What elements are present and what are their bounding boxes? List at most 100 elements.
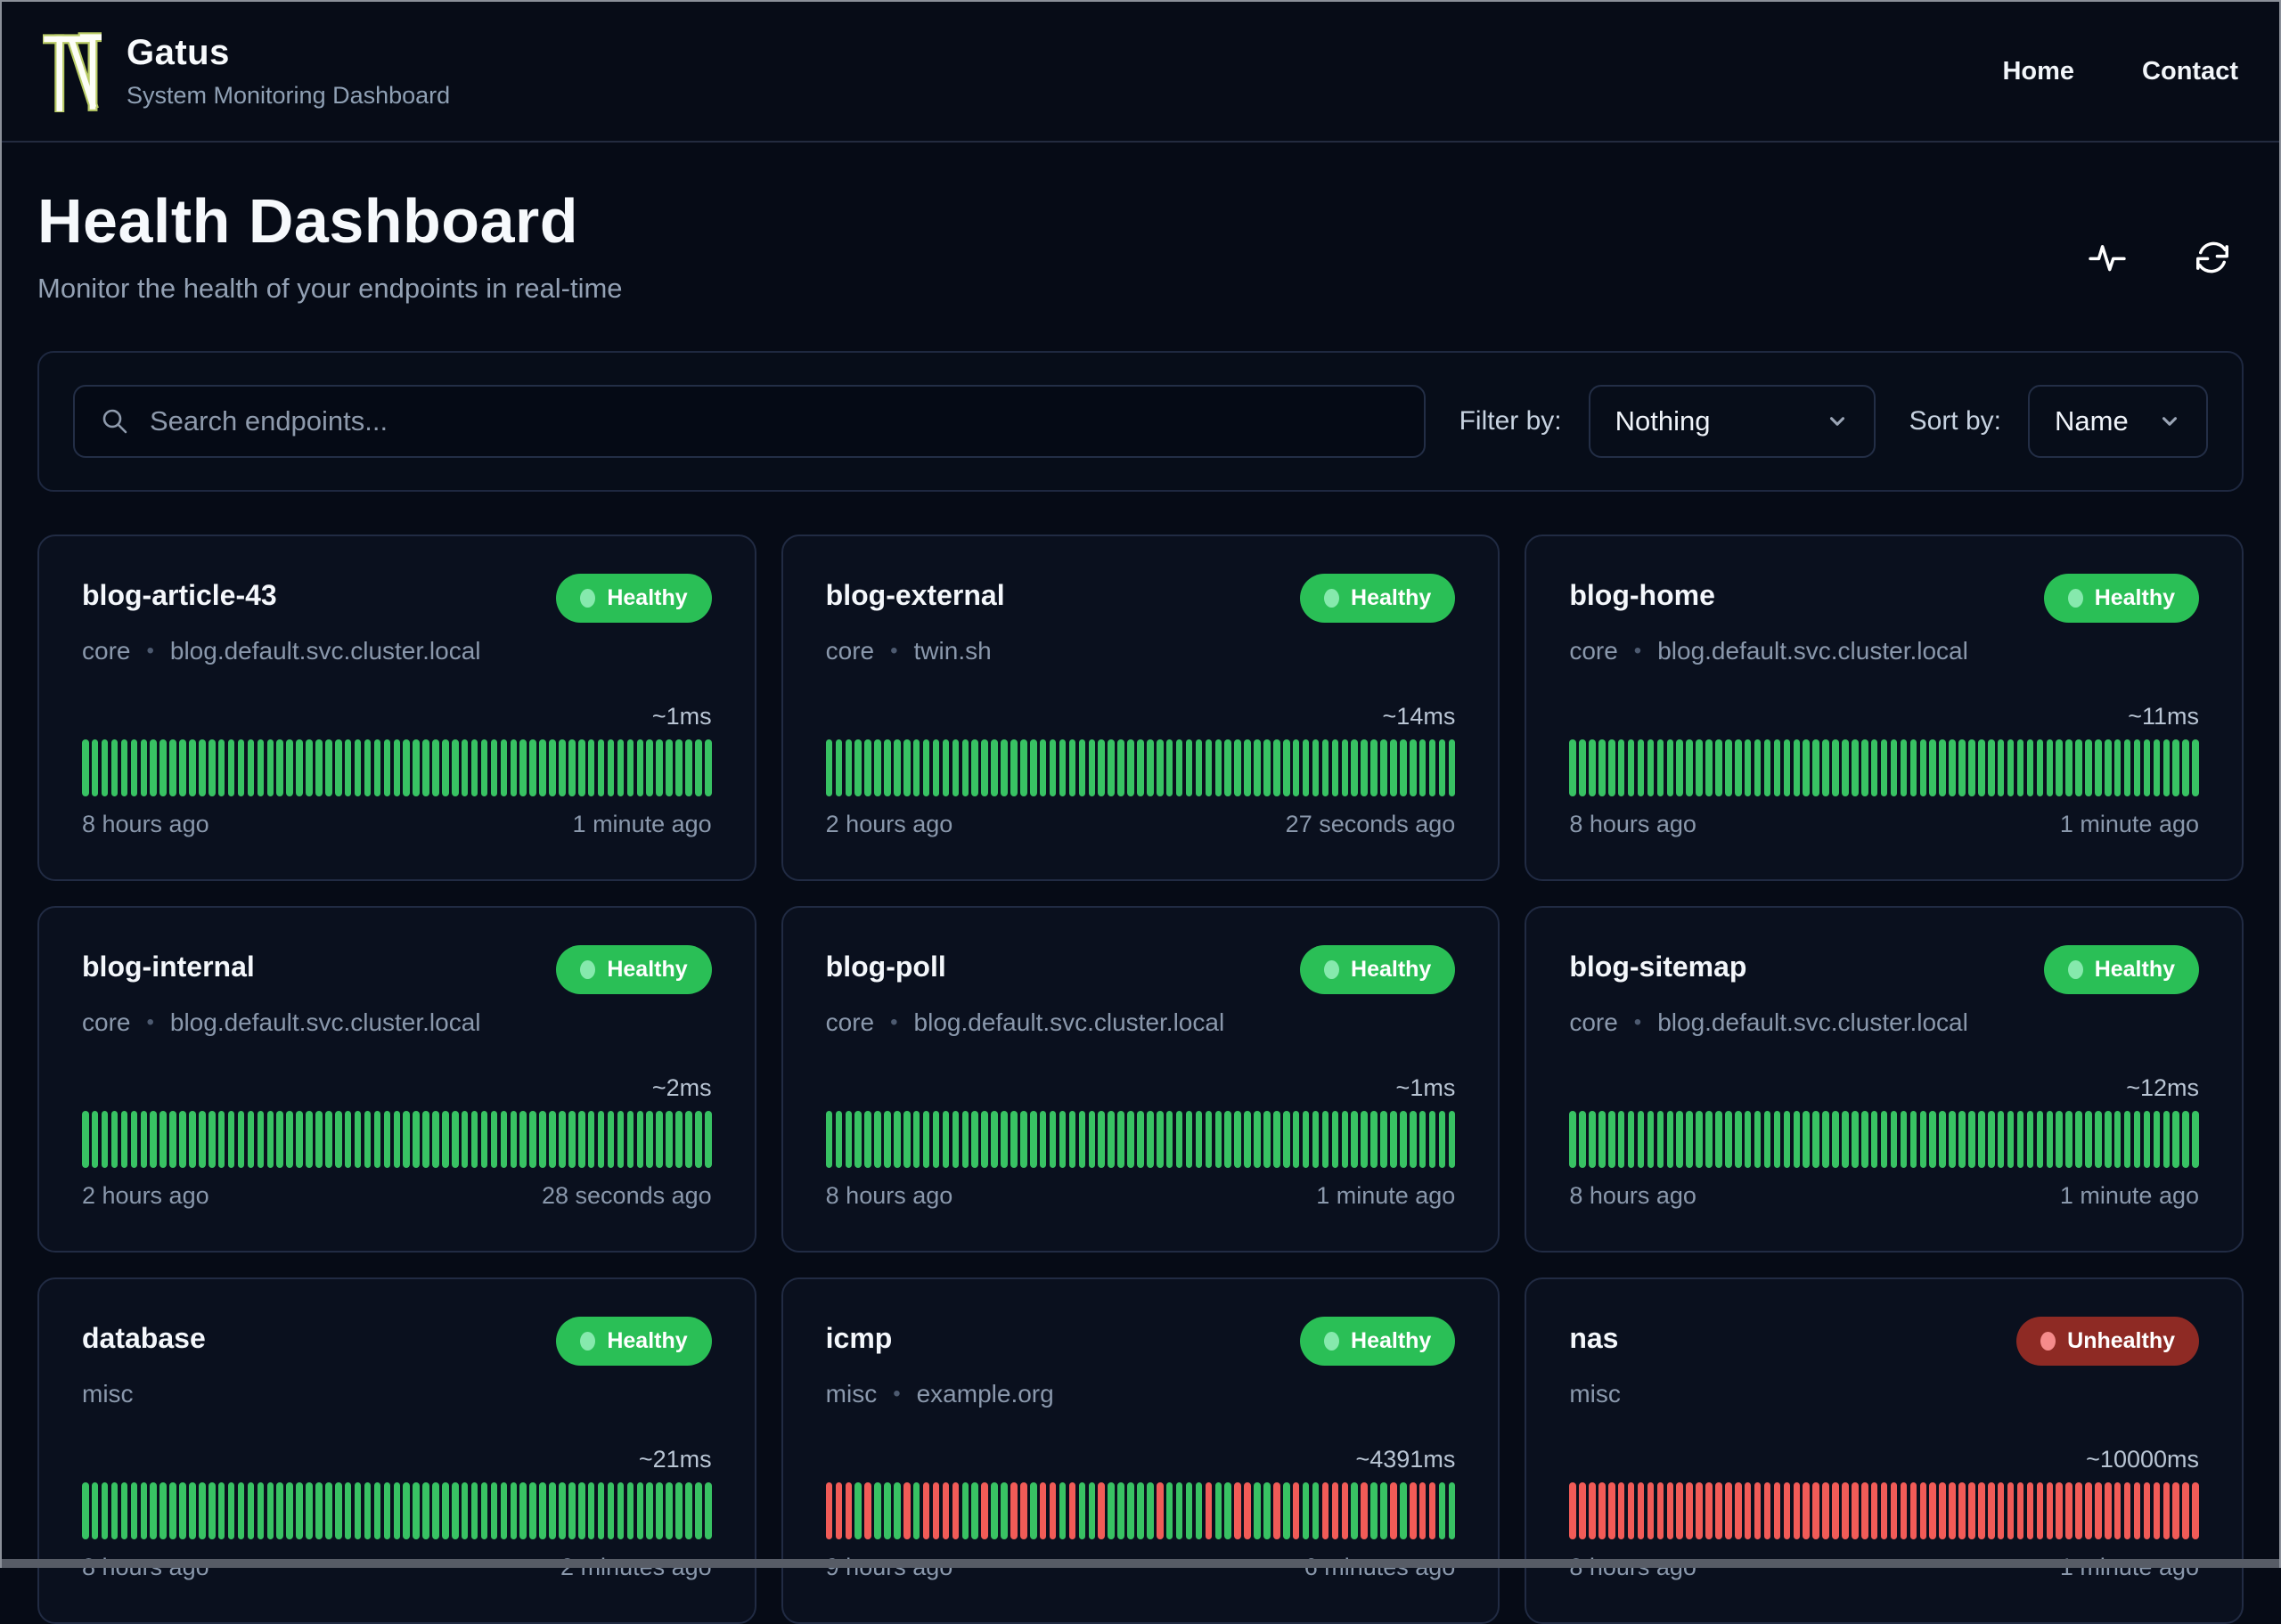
uptime-bar[interactable] — [120, 739, 128, 796]
uptime-bar[interactable] — [1098, 739, 1105, 796]
uptime-bar[interactable] — [2056, 1482, 2063, 1539]
uptime-bar[interactable] — [354, 1482, 362, 1539]
uptime-bar[interactable] — [130, 1482, 138, 1539]
uptime-bar[interactable] — [1968, 739, 1975, 796]
uptime-bar[interactable] — [1137, 1111, 1144, 1168]
uptime-bar[interactable] — [1852, 1482, 1859, 1539]
uptime-bar[interactable] — [1010, 1482, 1018, 1539]
uptime-bar[interactable] — [2026, 1482, 2034, 1539]
uptime-bar[interactable] — [2153, 1111, 2161, 1168]
uptime-bar[interactable] — [1370, 739, 1378, 796]
uptime-bar[interactable] — [1637, 1482, 1645, 1539]
uptime-bar[interactable] — [1686, 1111, 1693, 1168]
uptime-bar[interactable] — [130, 739, 138, 796]
endpoint-card[interactable]: blog-sitemap Healthy core • blog.default… — [1525, 906, 2244, 1253]
uptime-bar[interactable] — [2065, 739, 2073, 796]
uptime-bar[interactable] — [1627, 1111, 1635, 1168]
uptime-bar[interactable] — [1068, 1482, 1076, 1539]
uptime-bar[interactable] — [1909, 1111, 1917, 1168]
uptime-bar[interactable] — [587, 1111, 595, 1168]
uptime-bar[interactable] — [539, 1111, 546, 1168]
uptime-bar[interactable] — [1312, 739, 1320, 796]
uptime-bar[interactable] — [2036, 1482, 2044, 1539]
uptime-bar[interactable] — [140, 739, 148, 796]
uptime-bar[interactable] — [1656, 1482, 1664, 1539]
uptime-bar[interactable] — [373, 739, 381, 796]
uptime-bar[interactable] — [1978, 1111, 1985, 1168]
uptime-bar[interactable] — [1656, 739, 1664, 796]
uptime-bar[interactable] — [500, 739, 508, 796]
uptime-bar[interactable] — [884, 1111, 891, 1168]
uptime-bar[interactable] — [705, 1482, 712, 1539]
uptime-bar[interactable] — [1244, 1111, 1251, 1168]
uptime-bar[interactable] — [1763, 739, 1771, 796]
uptime-bar[interactable] — [961, 1482, 969, 1539]
uptime-bar[interactable] — [1165, 739, 1173, 796]
uptime-bar[interactable] — [549, 1111, 556, 1168]
uptime-bar[interactable] — [452, 1482, 459, 1539]
uptime-bar[interactable] — [247, 739, 255, 796]
uptime-bar[interactable] — [1224, 1482, 1231, 1539]
uptime-bar[interactable] — [1735, 739, 1742, 796]
uptime-bar[interactable] — [1331, 1111, 1339, 1168]
uptime-bar[interactable] — [617, 739, 625, 796]
uptime-bar[interactable] — [1205, 1482, 1213, 1539]
uptime-bar[interactable] — [646, 1111, 653, 1168]
uptime-bar[interactable] — [695, 1482, 702, 1539]
uptime-bar[interactable] — [1939, 739, 1946, 796]
uptime-bar[interactable] — [1020, 739, 1027, 796]
uptime-bar[interactable] — [903, 1111, 911, 1168]
uptime-bar[interactable] — [1224, 739, 1231, 796]
uptime-bar[interactable] — [1147, 739, 1154, 796]
uptime-bar[interactable] — [1783, 1482, 1791, 1539]
uptime-bar[interactable] — [519, 1111, 527, 1168]
uptime-bar[interactable] — [140, 1482, 148, 1539]
uptime-bar[interactable] — [646, 739, 653, 796]
uptime-bar[interactable] — [189, 1111, 196, 1168]
uptime-bar[interactable] — [247, 1482, 255, 1539]
uptime-bar[interactable] — [179, 1482, 186, 1539]
uptime-bar[interactable] — [1361, 1482, 1368, 1539]
uptime-bar[interactable] — [1832, 1482, 1839, 1539]
uptime-bar[interactable] — [1341, 1111, 1349, 1168]
uptime-bar[interactable] — [120, 1482, 128, 1539]
uptime-bar[interactable] — [306, 1482, 313, 1539]
uptime-bar[interactable] — [510, 739, 518, 796]
refresh-icon[interactable] — [2192, 237, 2233, 278]
uptime-bar[interactable] — [912, 739, 920, 796]
uptime-bar[interactable] — [685, 739, 692, 796]
uptime-bar[interactable] — [1763, 1482, 1771, 1539]
uptime-bar[interactable] — [1608, 739, 1615, 796]
uptime-bar[interactable] — [1175, 1482, 1183, 1539]
uptime-bar[interactable] — [480, 1482, 488, 1539]
uptime-bar[interactable] — [1909, 739, 1917, 796]
uptime-bar[interactable] — [1725, 1111, 1732, 1168]
uptime-bar[interactable] — [549, 739, 556, 796]
uptime-bar[interactable] — [952, 1482, 960, 1539]
uptime-bar[interactable] — [2105, 739, 2112, 796]
uptime-bar[interactable] — [1754, 1111, 1762, 1168]
uptime-bar[interactable] — [334, 1111, 342, 1168]
uptime-bar[interactable] — [2133, 1482, 2141, 1539]
uptime-bar[interactable] — [1273, 1482, 1280, 1539]
uptime-bar[interactable] — [2172, 1482, 2180, 1539]
uptime-bar[interactable] — [490, 1482, 498, 1539]
uptime-bar[interactable] — [1409, 1111, 1417, 1168]
uptime-bar[interactable] — [383, 1111, 391, 1168]
uptime-bar[interactable] — [1880, 1482, 1888, 1539]
uptime-bar[interactable] — [1088, 1482, 1096, 1539]
uptime-bar[interactable] — [1049, 1482, 1057, 1539]
uptime-bar[interactable] — [1656, 1111, 1664, 1168]
uptime-bar[interactable] — [1870, 739, 1878, 796]
endpoint-card[interactable]: blog-internal Healthy core • blog.defaul… — [37, 906, 756, 1253]
uptime-bar[interactable] — [894, 1111, 901, 1168]
uptime-bar[interactable] — [1705, 1482, 1713, 1539]
uptime-bar[interactable] — [2143, 739, 2151, 796]
uptime-bar[interactable] — [1292, 1111, 1300, 1168]
uptime-bar[interactable] — [1292, 1482, 1300, 1539]
uptime-bar[interactable] — [1949, 1111, 1956, 1168]
uptime-bar[interactable] — [1068, 1111, 1076, 1168]
uptime-bar[interactable] — [666, 1482, 673, 1539]
uptime-bar[interactable] — [2182, 739, 2189, 796]
uptime-bar[interactable] — [500, 1111, 508, 1168]
